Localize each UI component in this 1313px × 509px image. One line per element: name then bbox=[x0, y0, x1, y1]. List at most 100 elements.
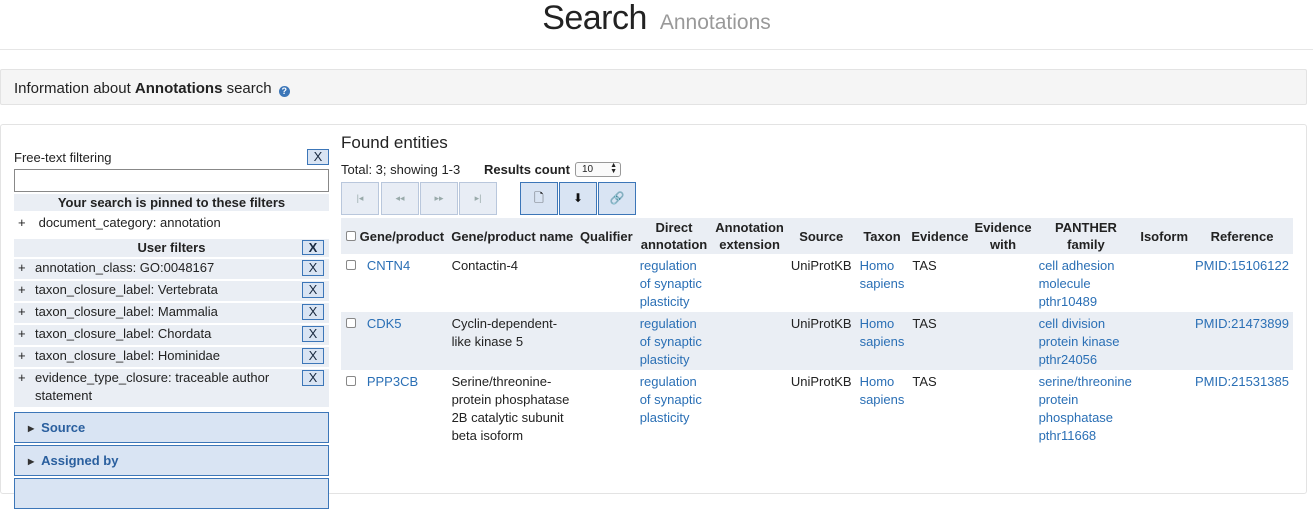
expand-icon[interactable]: + bbox=[18, 347, 26, 365]
expand-icon[interactable]: + bbox=[18, 325, 26, 343]
page-subtitle: Annotations bbox=[659, 11, 771, 34]
column-header-qualifier: Qualifier bbox=[576, 218, 636, 254]
cell-gene: CDK5 bbox=[341, 312, 448, 370]
column-header-gene-product-name: Gene/product name bbox=[447, 218, 577, 254]
user-filter-label: evidence_type_closure: traceable author … bbox=[35, 370, 270, 403]
column-header-reference: Reference bbox=[1191, 218, 1293, 254]
link-button[interactable]: 🔗 bbox=[598, 182, 636, 215]
panther-link[interactable]: cell adhesion molecule pthr10489 bbox=[1039, 258, 1115, 309]
remove-filter-button[interactable]: X bbox=[302, 326, 324, 342]
cell-evidence-with bbox=[971, 370, 1034, 446]
results-title: Found entities bbox=[341, 133, 448, 152]
table-row: CNTN4 Contactin-4 regulation of synaptic… bbox=[341, 254, 1293, 312]
remove-filter-button[interactable]: X bbox=[302, 282, 324, 298]
clear-all-filters-button[interactable]: X bbox=[302, 240, 324, 255]
document-button[interactable]: 🗋 bbox=[520, 182, 558, 215]
user-filters-label: User filters bbox=[137, 240, 206, 255]
results-count-label: Results count bbox=[484, 162, 570, 177]
annotation-link[interactable]: regulation of synaptic plasticity bbox=[640, 316, 702, 367]
reference-link[interactable]: PMID:15106122 bbox=[1195, 258, 1289, 273]
accordion-label: Source bbox=[41, 420, 86, 435]
user-filters-header: User filters bbox=[14, 239, 329, 257]
remove-filter-button[interactable]: X bbox=[302, 348, 324, 364]
cell-gene: CNTN4 bbox=[341, 254, 448, 312]
freetext-label: Free-text filtering bbox=[14, 150, 112, 165]
header-label: Gene/product bbox=[359, 228, 445, 244]
cell-evidence: TAS bbox=[912, 374, 937, 389]
last-page-button[interactable]: ▸| bbox=[459, 182, 497, 215]
expand-icon[interactable]: + bbox=[18, 259, 26, 277]
taxon-link[interactable]: Homo sapiens bbox=[860, 374, 905, 407]
user-filter: + taxon_closure_label: Chordata X bbox=[14, 325, 329, 345]
user-filter: + annotation_class: GO:0048167 X bbox=[14, 259, 329, 279]
user-filter: + taxon_closure_label: Hominidae X bbox=[14, 347, 329, 367]
pinned-filter-label: document_category: annotation bbox=[38, 215, 221, 230]
column-header-annotation-extension: Annotation extension bbox=[712, 218, 787, 254]
cell-extension bbox=[712, 254, 787, 312]
gene-link[interactable]: PPP3CB bbox=[367, 374, 418, 389]
panther-link[interactable]: serine/threonine protein phosphatase pth… bbox=[1039, 374, 1132, 443]
cell-qualifier bbox=[576, 312, 636, 370]
accordion-label: Assigned by bbox=[41, 453, 119, 468]
cell-qualifier bbox=[577, 370, 636, 446]
user-filter-label: taxon_closure_label: Mammalia bbox=[35, 304, 218, 319]
row-checkbox[interactable] bbox=[346, 376, 356, 386]
accordion-assigned-by[interactable]: ▶ Assigned by bbox=[14, 445, 329, 476]
column-header-direct-annotation: Direct annotation bbox=[635, 218, 713, 254]
remove-filter-button[interactable]: X bbox=[302, 304, 324, 320]
cell-reference: PMID:21531385 bbox=[1191, 370, 1293, 446]
cell-annotation: regulation of synaptic plasticity bbox=[636, 254, 713, 312]
annotation-link[interactable]: regulation of synaptic plasticity bbox=[640, 374, 702, 425]
cell-evidence-with bbox=[971, 312, 1035, 370]
accordion-next[interactable] bbox=[14, 478, 329, 509]
annotation-link[interactable]: regulation of synaptic plasticity bbox=[640, 258, 702, 309]
link-icon: 🔗 bbox=[609, 191, 625, 205]
taxon-link[interactable]: Homo sapiens bbox=[860, 258, 905, 291]
info-bar[interactable]: Information about Annotations search ? bbox=[0, 69, 1307, 105]
expand-icon[interactable]: + bbox=[18, 303, 26, 321]
reference-link[interactable]: PMID:21531385 bbox=[1195, 374, 1289, 389]
table-row: PPP3CB Serine/threonine-protein phosphat… bbox=[341, 370, 1293, 446]
cell-taxon: Homo sapiens bbox=[856, 370, 909, 446]
download-button[interactable]: ⬇ bbox=[559, 182, 597, 215]
freetext-input[interactable] bbox=[14, 169, 329, 192]
user-filter-label: annotation_class: GO:0048167 bbox=[35, 260, 215, 275]
cell-evidence: TAS bbox=[908, 312, 972, 370]
user-filter-label: taxon_closure_label: Hominidae bbox=[35, 348, 221, 363]
user-filter: + taxon_closure_label: Vertebrata X bbox=[14, 281, 329, 301]
user-filter: + evidence_type_closure: traceable autho… bbox=[14, 369, 329, 407]
gene-link[interactable]: CDK5 bbox=[367, 316, 402, 331]
row-checkbox[interactable] bbox=[346, 318, 356, 328]
gene-link[interactable]: CNTN4 bbox=[367, 258, 410, 273]
accordion-source[interactable]: ▶ Source bbox=[14, 412, 329, 443]
row-checkbox[interactable] bbox=[346, 260, 356, 270]
expand-icon[interactable]: + bbox=[18, 369, 26, 387]
previous-page-button[interactable]: ◂◂ bbox=[381, 182, 419, 215]
expand-icon[interactable]: + bbox=[18, 281, 26, 299]
pinned-filters-header: Your search is pinned to these filters bbox=[14, 194, 329, 211]
reference-link[interactable]: PMID:21473899 bbox=[1195, 316, 1289, 331]
cell-evidence: TAS bbox=[912, 258, 937, 273]
column-header-gene-product: Gene/product bbox=[341, 218, 448, 254]
remove-filter-button[interactable]: X bbox=[302, 260, 324, 276]
cell-qualifier bbox=[577, 254, 636, 312]
expand-icon[interactable]: + bbox=[18, 215, 26, 230]
help-icon[interactable]: ? bbox=[278, 86, 290, 97]
results-count-select[interactable]: 10 ▲ ▼ bbox=[575, 162, 621, 177]
first-page-button[interactable]: |◂ bbox=[341, 182, 379, 215]
panther-link[interactable]: cell division protein kinase pthr24056 bbox=[1039, 316, 1120, 367]
cell-name: Contactin-4 bbox=[451, 258, 519, 273]
next-page-button[interactable]: ▸▸ bbox=[420, 182, 458, 215]
title-text: Search bbox=[542, 0, 647, 37]
remove-filter-button[interactable]: X bbox=[302, 370, 324, 386]
clear-freetext-button[interactable]: X bbox=[307, 149, 329, 165]
download-icon: ⬇ bbox=[572, 191, 584, 205]
select-all-checkbox[interactable] bbox=[346, 230, 356, 241]
cell-isoform bbox=[1137, 254, 1191, 312]
table-header-row: Gene/product Gene/product name Qualifier… bbox=[341, 218, 1293, 254]
cell-reference: PMID:15106122 bbox=[1191, 254, 1293, 312]
cell-evidence-with bbox=[971, 254, 1034, 312]
cell-annotation: regulation of synaptic plasticity bbox=[635, 312, 713, 370]
column-header-panther-family: PANTHER family bbox=[1034, 218, 1138, 254]
taxon-link[interactable]: Homo sapiens bbox=[860, 316, 905, 349]
